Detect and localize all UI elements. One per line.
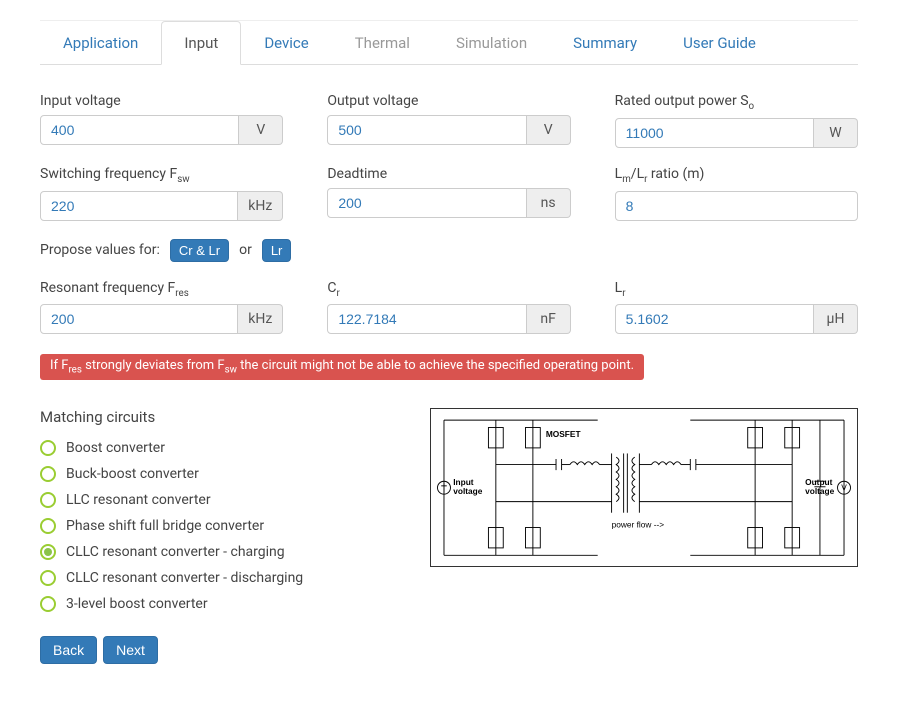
input-input-voltage[interactable]	[40, 115, 239, 145]
radio-label: LLC resonant converter	[66, 492, 211, 508]
matching-radio-list: Boost converter Buck-boost converter LLC r…	[40, 440, 400, 612]
field-fres: Resonant frequency Fres kHz	[40, 280, 283, 335]
label-fres: Resonant frequency Fres	[40, 280, 283, 299]
unit-lr: µH	[814, 304, 858, 334]
radio-label: Buck-boost converter	[66, 466, 199, 482]
input-fsw[interactable]	[40, 191, 238, 221]
input-lr[interactable]	[615, 304, 814, 334]
radio-icon	[40, 466, 56, 482]
matching-heading: Matching circuits	[40, 408, 400, 426]
field-lm-lr: Lm/Lr ratio (m)	[615, 166, 858, 221]
field-input-voltage: Input voltage V	[40, 93, 283, 148]
label-rated-power: Rated output power So	[615, 93, 858, 112]
radio-cllc-resonant-converter-discharging[interactable]: CLLC resonant converter - discharging	[40, 570, 400, 586]
radio-phase-shift-full-bridge-converter[interactable]: Phase shift full bridge converter	[40, 518, 400, 534]
radio-label: CLLC resonant converter - discharging	[66, 570, 303, 586]
radio-icon	[40, 440, 56, 456]
input-fres[interactable]	[40, 304, 238, 334]
label-lm-lr: Lm/Lr ratio (m)	[615, 166, 858, 185]
field-fsw: Switching frequency Fsw kHz	[40, 166, 283, 221]
label-deadtime: Deadtime	[327, 166, 570, 182]
input-form: Input voltage V Output voltage V Rated outpu…	[40, 93, 858, 334]
field-deadtime: Deadtime ns	[327, 166, 570, 221]
radio-label: 3-level boost converter	[66, 596, 208, 612]
input-rated-power[interactable]	[615, 118, 814, 148]
input-output-voltage[interactable]	[327, 115, 526, 145]
unit-cr: nF	[527, 304, 571, 334]
label-output-voltage: Output voltage	[327, 93, 570, 109]
tab-thermal: Thermal	[332, 21, 433, 65]
tab-device[interactable]: Device	[241, 21, 331, 65]
back-button[interactable]: Back	[40, 636, 97, 664]
radio-icon	[40, 570, 56, 586]
circuit-diagram: .w{stroke:#000;stroke-width:1;fill:none}…	[430, 408, 858, 567]
radio-icon	[40, 596, 56, 612]
tab-application[interactable]: Application	[40, 21, 161, 65]
label-input-voltage: Input voltage	[40, 93, 283, 109]
tab-simulation: Simulation	[433, 21, 550, 65]
radio-icon	[40, 544, 56, 560]
input-cr[interactable]	[327, 304, 526, 334]
input-deadtime[interactable]	[327, 188, 526, 218]
svg-text:V: V	[841, 482, 847, 492]
diagram-mosfet-label: MOSFET	[546, 429, 581, 439]
radio-3-level-boost-converter[interactable]: 3-level boost converter	[40, 596, 400, 612]
radio-cllc-resonant-converter-charging[interactable]: CLLC resonant converter - charging	[40, 544, 400, 560]
tab-user-guide[interactable]: User Guide	[660, 21, 779, 65]
field-lr: Lr µH	[615, 280, 858, 335]
diagram-powerflow-label: power flow -->	[612, 520, 665, 530]
radio-icon	[40, 518, 56, 534]
unit-output-voltage: V	[527, 115, 571, 145]
field-rated-power: Rated output power So W	[615, 93, 858, 148]
propose-label: Propose values for:	[40, 242, 160, 258]
unit-fres: kHz	[238, 304, 283, 334]
label-lr: Lr	[615, 280, 858, 299]
tab-summary[interactable]: Summary	[550, 21, 660, 65]
radio-label: Boost converter	[66, 440, 165, 456]
label-cr: Cr	[327, 280, 570, 299]
tabs-bar: ApplicationInputDeviceThermalSimulationS…	[40, 20, 858, 65]
unit-input-voltage: V	[239, 115, 283, 145]
field-output-voltage: Output voltage V	[327, 93, 570, 148]
propose-cr-lr-button[interactable]: Cr & Lr	[170, 239, 229, 262]
radio-llc-resonant-converter[interactable]: LLC resonant converter	[40, 492, 400, 508]
field-cr: Cr nF	[327, 280, 570, 335]
label-fsw: Switching frequency Fsw	[40, 166, 283, 185]
radio-label: CLLC resonant converter - charging	[66, 544, 285, 560]
radio-buck-boost-converter[interactable]: Buck-boost converter	[40, 466, 400, 482]
next-button[interactable]: Next	[103, 636, 158, 664]
input-lm-lr[interactable]	[615, 191, 858, 221]
radio-icon	[40, 492, 56, 508]
cllc-schematic: .w{stroke:#000;stroke-width:1;fill:none}…	[431, 409, 857, 566]
radio-label: Phase shift full bridge converter	[66, 518, 264, 534]
unit-rated-power: W	[814, 118, 858, 148]
svg-text:voltage: voltage	[453, 486, 483, 496]
tab-input[interactable]: Input	[161, 21, 241, 65]
propose-row: Propose values for: Cr & Lr or Lr	[40, 239, 858, 262]
radio-boost-converter[interactable]: Boost converter	[40, 440, 400, 456]
unit-fsw: kHz	[238, 191, 283, 221]
unit-deadtime: ns	[527, 188, 571, 218]
propose-or: or	[239, 242, 252, 258]
warning-banner: If Fres strongly deviates from Fsw the c…	[40, 354, 644, 380]
propose-lr-button[interactable]: Lr	[262, 239, 292, 262]
